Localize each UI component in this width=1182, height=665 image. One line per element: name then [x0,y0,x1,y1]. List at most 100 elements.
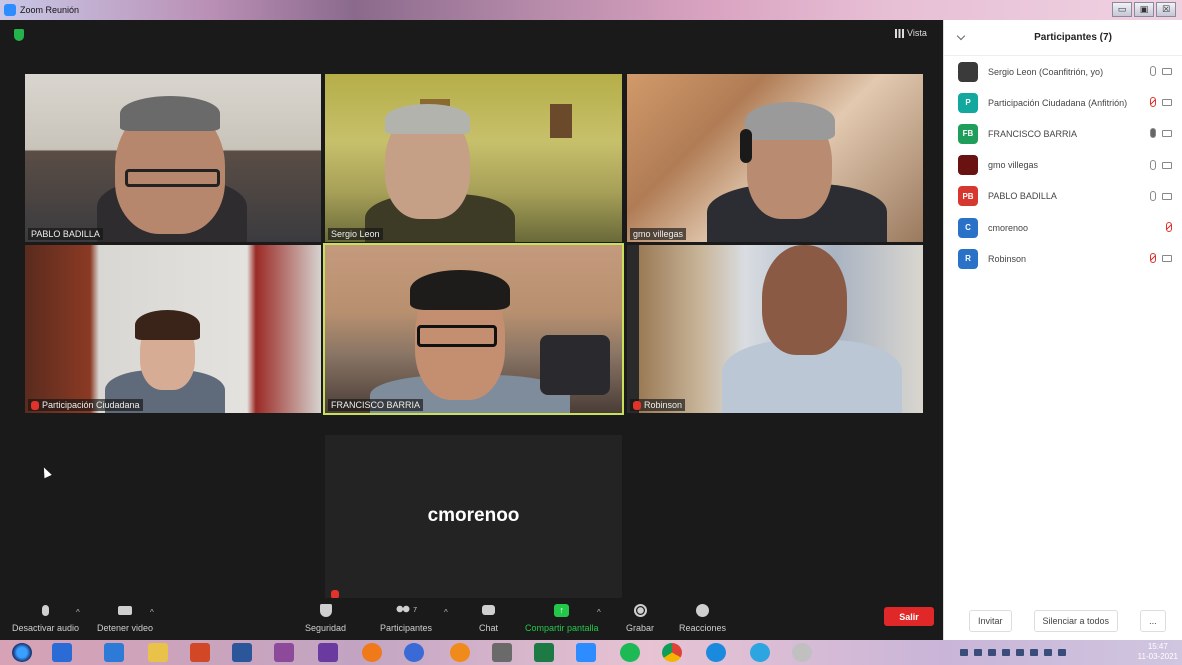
word-icon[interactable] [232,643,252,662]
window-controls: ▭ ▣ ☒ [1112,2,1176,17]
muted-mic-icon[interactable] [1166,221,1172,232]
tile-name-tag: Robinson [630,399,686,411]
participant-row[interactable]: PB PABLO BADILLA [944,181,1182,212]
stop-video-button[interactable]: Detener video [97,602,153,633]
video-options-caret[interactable]: ^ [150,608,154,617]
tray-icon[interactable] [1002,649,1010,656]
view-button[interactable]: Vista [895,28,927,38]
participant-row[interactable]: C cmorenoo [944,212,1182,243]
participant-row[interactable]: R Robinson [944,243,1182,274]
mute-audio-button[interactable]: Desactivar audio [12,602,79,633]
invite-button[interactable]: Invitar [969,610,1012,632]
participant-row[interactable]: P Participación Ciudadana (Anfitrión) [944,87,1182,118]
video-camera-icon[interactable] [1162,161,1172,169]
participants-icon [395,605,412,615]
avatar: PB [958,186,978,207]
tray-icon[interactable] [1030,649,1038,656]
tray-icon[interactable] [974,649,982,656]
microphone-icon[interactable] [1150,190,1156,201]
video-tile-robinson[interactable]: Robinson [627,245,923,413]
video-camera-icon[interactable] [1162,192,1172,200]
close-button[interactable]: ☒ [1156,2,1176,17]
participant-row[interactable]: gmo villegas [944,150,1182,181]
reactions-button[interactable]: Reacciones [679,602,726,633]
participant-name: gmo villegas [988,160,1039,171]
share-options-caret[interactable]: ^ [597,608,601,617]
video-tile-pablo[interactable]: PABLO BADILLA [25,74,321,242]
video-gallery: Vista PABLO BADILLA Sergio Leon gmo vill… [0,20,943,640]
panel-header: Participantes (7) [944,20,1182,56]
network-icon[interactable] [1044,649,1052,656]
panel-footer: Invitar Silenciar a todos ... [944,610,1182,632]
app-icon[interactable] [362,643,382,662]
participant-row[interactable]: Sergio Leon (Coanfitrión, yo) [944,56,1182,87]
microphone-icon[interactable] [1150,159,1156,170]
avatar [958,61,978,82]
share-screen-icon: ↑ [554,603,570,617]
participant-name: Robinson [988,253,1027,264]
record-button[interactable]: Grabar [626,602,654,633]
minimize-button[interactable]: ▭ [1112,2,1132,17]
participant-name: Sergio Leon (Coanfitrión, yo) [988,66,1104,77]
participant-name: Participación Ciudadana (Anfitrión) [988,97,1128,108]
microphone-icon[interactable] [1150,66,1156,76]
app-icon[interactable] [318,643,338,662]
leave-meeting-button[interactable]: Salir [884,607,934,626]
avatar: P [958,92,978,113]
encryption-shield-icon[interactable] [14,29,24,41]
video-tile-cmorenoo[interactable]: cmorenoo [325,435,622,603]
mouse-cursor-icon [40,465,52,479]
avatar [958,155,978,176]
file-explorer-icon[interactable] [148,643,168,662]
pdf-icon[interactable] [274,643,294,662]
participants-button[interactable]: 7 Participantes [380,602,432,633]
video-camera-icon[interactable] [1162,255,1172,263]
participants-options-caret[interactable]: ^ [444,608,448,617]
active-mic-icon[interactable] [1150,128,1156,139]
chrome-icon[interactable] [662,643,682,662]
participant-name: PABLO BADILLA [988,191,1057,202]
video-camera-icon[interactable] [1162,68,1172,75]
participant-name: FRANCISCO BARRIA [988,128,1078,139]
taskbar-clock[interactable]: 15:47 11-03-2021 [1138,642,1178,662]
excel-icon[interactable] [534,643,554,662]
more-options-button[interactable]: ... [1140,610,1166,632]
media-player-icon[interactable] [52,643,72,662]
microphone-icon [42,604,50,616]
video-tile-participacion[interactable]: Participación Ciudadana [25,245,321,413]
maximize-button[interactable]: ▣ [1134,2,1154,17]
chat-button[interactable]: Chat [479,602,498,633]
mute-all-button[interactable]: Silenciar a todos [1033,610,1119,632]
chat-bubble-icon [482,605,495,615]
firefox-icon[interactable] [450,643,470,662]
app-icon[interactable] [104,643,124,662]
security-button[interactable]: Seguridad [305,602,346,633]
telegram-icon[interactable] [750,643,770,662]
video-tile-sergio[interactable]: Sergio Leon [325,74,622,242]
start-button-icon[interactable] [12,643,32,662]
app-icon[interactable] [792,643,812,662]
volume-icon[interactable] [1058,649,1066,656]
muted-mic-icon[interactable] [1150,97,1156,108]
video-tile-gmo[interactable]: gmo villegas [627,74,923,242]
edge-icon[interactable] [706,643,726,662]
share-screen-button[interactable]: ↑ Compartir pantalla [525,602,599,633]
title-bar: Zoom Reunión ▭ ▣ ☒ [0,0,1182,20]
app-icon[interactable] [404,643,424,662]
tile-name-tag: Participación Ciudadana [28,399,143,411]
app-icon[interactable] [492,643,512,662]
tray-icon[interactable] [1016,649,1024,656]
meeting-toolbar: Desactivar audio ^ Detener video ^ Segur… [0,598,943,640]
video-tile-francisco-active[interactable]: FRANCISCO BARRIA [323,243,624,415]
participant-row[interactable]: FB FRANCISCO BARRIA [944,118,1182,149]
muted-mic-icon[interactable] [1150,253,1156,264]
video-camera-icon[interactable] [1162,99,1172,107]
spotify-icon[interactable] [620,643,640,662]
powerpoint-icon[interactable] [190,643,210,662]
system-tray [960,649,1066,656]
tray-icon[interactable] [960,649,968,656]
zoom-icon[interactable] [576,643,596,662]
video-camera-icon[interactable] [1162,130,1172,138]
audio-options-caret[interactable]: ^ [76,608,80,617]
tray-icon[interactable] [988,649,996,656]
